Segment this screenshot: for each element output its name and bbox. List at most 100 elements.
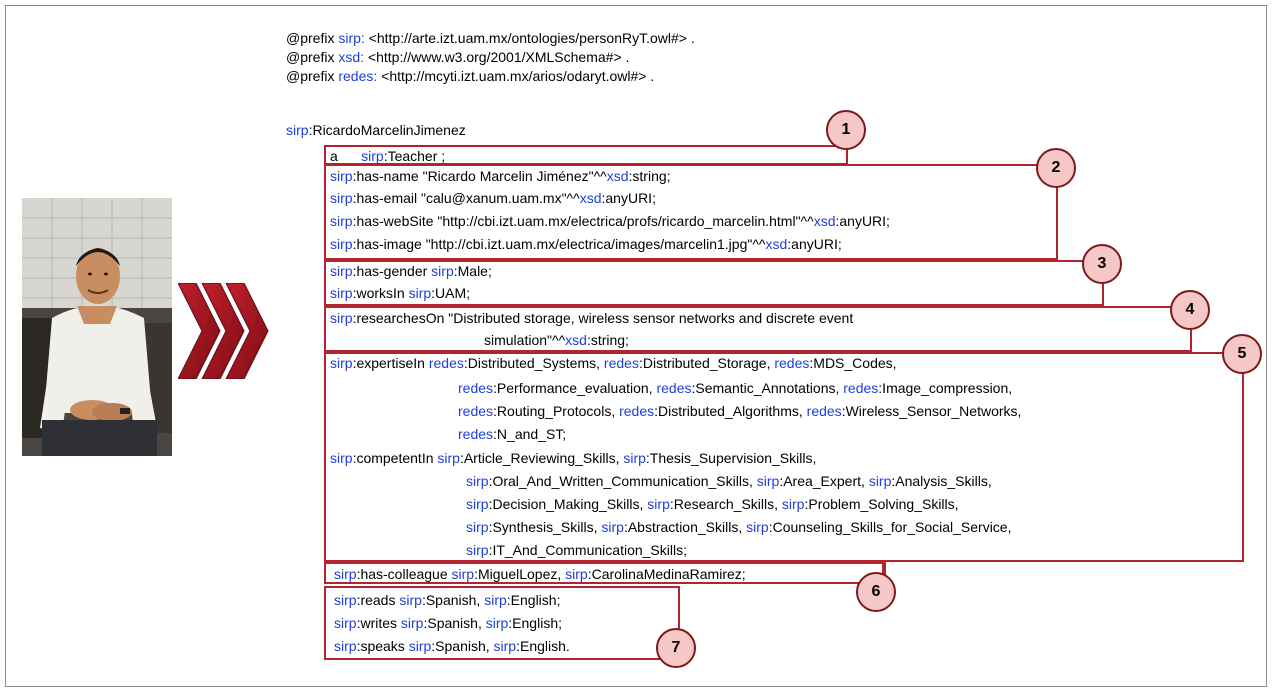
namespace-prefix: sirp [330,168,353,184]
connector-5 [1242,366,1244,562]
rdf-text: :Wireless_Sensor_Networks, [841,403,1022,419]
rdf-text: :string; [586,332,629,348]
has-website-line: sirp:has-webSite "http://cbi.izt.uam.mx/… [330,213,890,229]
connector-7 [678,586,680,634]
namespace-prefix: sirp [781,496,805,512]
rdf-text: :Article_Reviewing_Skills, [459,450,624,466]
person-photo [22,198,172,456]
rdf-text: :Semantic_Annotations, [691,380,844,396]
namespace-prefix: xsd: [338,49,365,65]
namespace-prefix: redes: [338,68,378,84]
namespace-prefix: sirp [746,519,769,535]
namespace-prefix: sirp [408,285,432,301]
rdf-text: :Problem_Solving_Skills, [804,496,959,512]
namespace-prefix: sirp [330,213,353,229]
namespace-prefix: sirp [466,542,489,558]
namespace-prefix: redes [458,403,494,419]
researches-on-line: sirp:researchesOn "Distributed storage, … [330,310,853,326]
namespace-prefix: redes [843,380,879,396]
rdf-text: :has-gender [352,263,432,279]
has-name-line: sirp:has-name "Ricardo Marcelin Jiménez"… [330,168,671,184]
namespace-prefix: sirp [400,615,424,631]
namespace-prefix: xsd [813,213,836,229]
namespace-prefix: xsd [579,190,602,206]
rdf-text: :English; [508,615,562,631]
badge-2: 2 [1036,148,1076,188]
expertise-in-line: sirp:expertiseIn redes:Distributed_Syste… [330,355,897,371]
rdf-text: :competentIn [352,450,438,466]
rdf-text: @prefix [286,30,339,46]
namespace-prefix: sirp [485,615,509,631]
prefix-redes-line: @prefix redes: <http://mcyti.izt.uam.mx/… [286,68,654,84]
chevron-arrows-icon [178,283,269,379]
competent-in-continued-4: sirp:IT_And_Communication_Skills; [466,542,687,558]
rdf-text: @prefix [286,68,339,84]
badge-5: 5 [1222,334,1262,374]
prefix-xsd-line: @prefix xsd: <http://www.w3.org/2001/XML… [286,49,629,65]
rdf-text: @prefix [286,49,339,65]
rdf-text: :Thesis_Supervision_Skills, [645,450,817,466]
badge-3: 3 [1082,244,1122,284]
subject-line: sirp:RicardoMarcelinJimenez [286,122,466,138]
rdf-text: :Image_compression, [878,380,1013,396]
rdf-text: :Spanish, [421,592,485,608]
has-colleague-line: sirp:has-colleague sirp:MiguelLopez, sir… [334,566,746,582]
namespace-prefix: sirp [361,148,384,164]
competent-in-continued-1: sirp:Oral_And_Written_Communication_Skil… [466,473,992,489]
connector-3 [1102,284,1104,306]
works-in-line: sirp:worksIn sirp:UAM; [330,285,470,301]
has-image-line: sirp:has-image "http://cbi.izt.uam.mx/el… [330,236,842,252]
expertise-in-continued-3: redes:N_and_ST; [458,426,566,442]
rdf-text: :has-email "calu@xanum.uam.mx"^^ [352,190,580,206]
namespace-prefix: sirp [330,355,353,371]
rdf-text: :reads [356,592,400,608]
rdf-text: :Distributed_Systems, [463,355,604,371]
namespace-prefix: sirp [437,450,460,466]
type-line: a sirp:Teacher ; [330,148,445,164]
namespace-prefix: sirp: [338,30,365,46]
rdf-text: :Spanish, [431,638,494,654]
rdf-text: :MDS_Codes, [809,355,897,371]
rdf-text: :MiguelLopez, [474,566,566,582]
rdf-text: :Oral_And_Written_Communication_Skills, [488,473,757,489]
namespace-prefix: sirp [451,566,475,582]
namespace-prefix: xsd [565,332,587,348]
rdf-text: :has-name "Ricardo Marcelin Jiménez"^^ [352,168,607,184]
rdf-text: :has-webSite "http://cbi.izt.uam.mx/elec… [352,213,814,229]
namespace-prefix: redes [458,426,494,442]
namespace-prefix: xsd [765,236,788,252]
namespace-prefix: sirp [399,592,422,608]
namespace-prefix: sirp [647,496,670,512]
rdf-text: :Routing_Protocols, [493,403,620,419]
connector-1 [846,150,848,165]
namespace-prefix: redes [774,355,810,371]
namespace-prefix: redes [428,355,464,371]
namespace-prefix: sirp [408,638,432,654]
rdf-text: :CarolinaMedinaRamirez; [587,566,746,582]
rdf-text: :has-colleague [356,566,452,582]
namespace-prefix: xsd [606,168,629,184]
namespace-prefix: sirp [756,473,780,489]
rdf-text: a [330,148,362,164]
rdf-text: :worksIn [352,285,409,301]
namespace-prefix: sirp [330,450,353,466]
rdf-text: :string; [628,168,671,184]
namespace-prefix: sirp [334,615,357,631]
rdf-text: :anyURI; [835,213,890,229]
namespace-prefix: sirp [330,236,353,252]
rdf-text: :anyURI; [601,190,656,206]
rdf-text: :anyURI; [787,236,842,252]
rdf-text: :Spanish, [423,615,486,631]
competent-in-continued-2: sirp:Decision_Making_Skills, sirp:Resear… [466,496,959,512]
namespace-prefix: sirp [466,473,489,489]
namespace-prefix: sirp [330,190,353,206]
connector-4 [1190,330,1192,352]
rdf-text: :Decision_Making_Skills, [488,496,648,512]
rdf-text: :Distributed_Algorithms, [654,403,807,419]
namespace-prefix: sirp [334,592,357,608]
researches-on-continued: simulation"^^xsd:string; [484,332,629,348]
namespace-prefix: sirp [334,566,357,582]
has-gender-line: sirp:has-gender sirp:Male; [330,263,492,279]
rdf-text: :Abstraction_Skills, [623,519,747,535]
rdf-text: <http://arte.izt.uam.mx/ontologies/perso… [364,30,695,46]
